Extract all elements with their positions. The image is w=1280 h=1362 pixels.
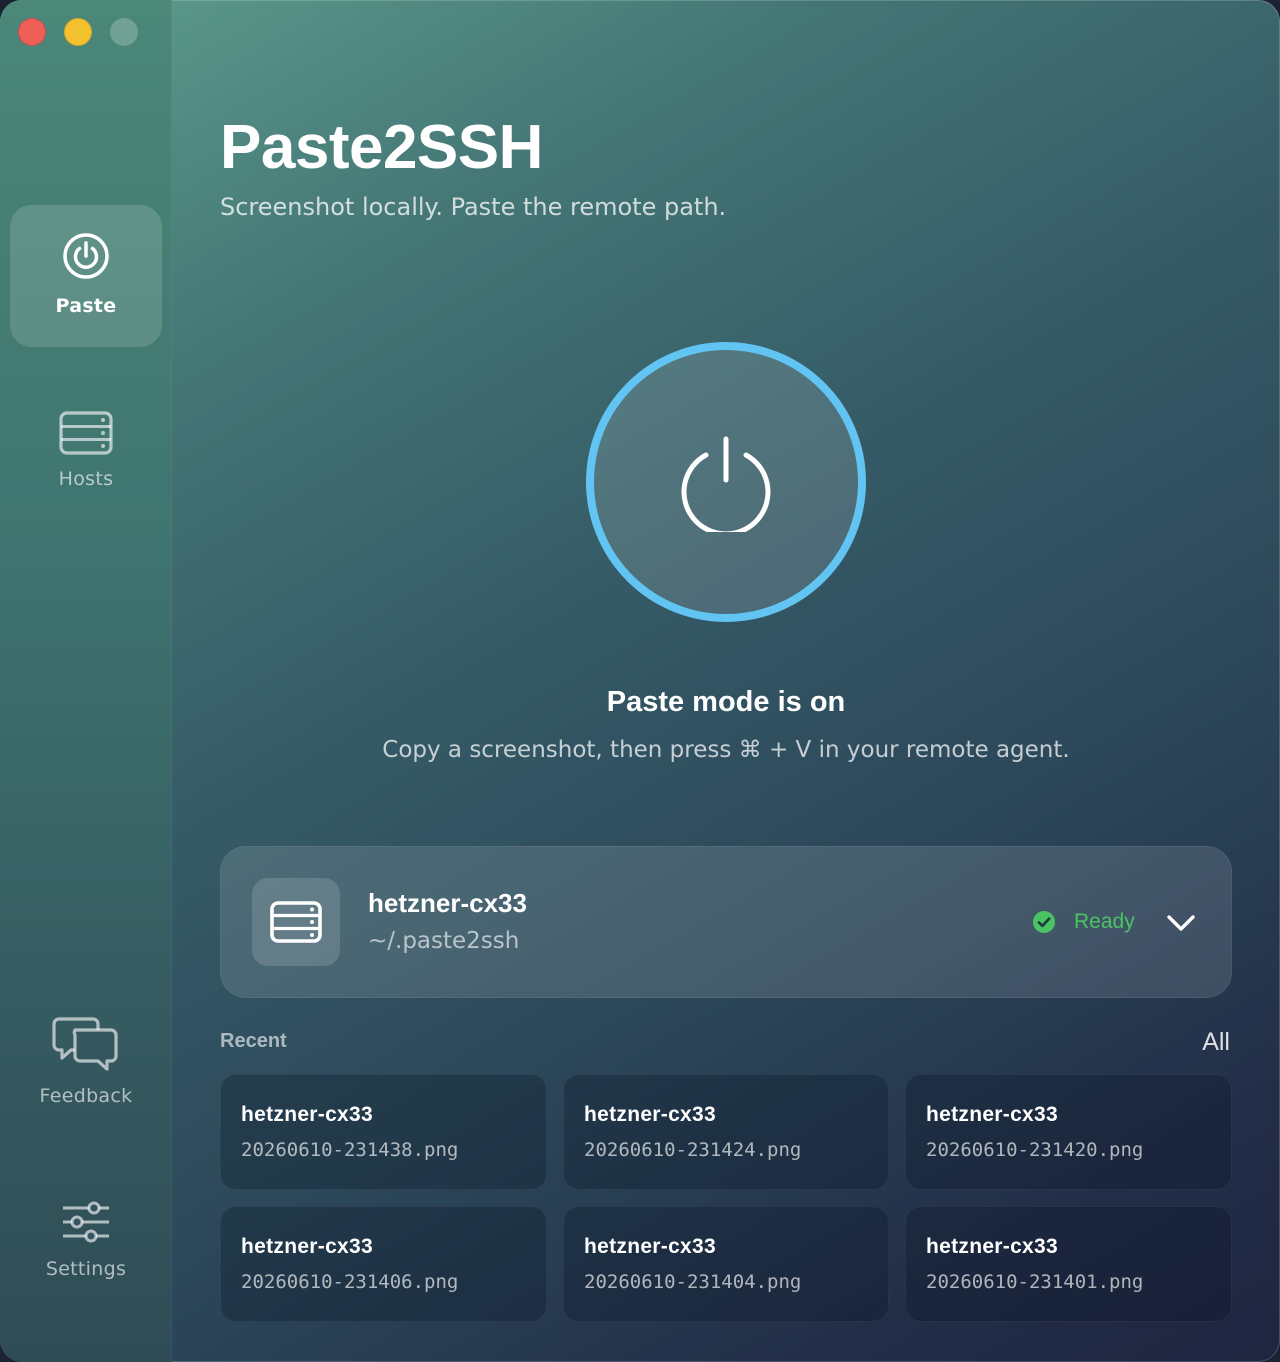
recent-item-host: hetzner-cx33 — [584, 1235, 716, 1258]
recent-item-filename: 20260610-231401.png — [926, 1271, 1144, 1293]
host-name: hetzner-cx33 — [368, 888, 527, 918]
host-selector[interactable]: hetzner-cx33 ~/.paste2ssh Ready — [220, 846, 1232, 998]
recent-item-host: hetzner-cx33 — [584, 1103, 716, 1126]
host-icon-container — [252, 878, 340, 966]
recent-item-filename: 20260610-231420.png — [926, 1139, 1144, 1161]
zoom-window-button[interactable] — [110, 18, 138, 46]
view-all-link[interactable]: All — [1202, 1028, 1230, 1057]
recent-item[interactable]: hetzner-cx33 20260610-231438.png — [220, 1074, 547, 1190]
minimize-window-button[interactable] — [64, 18, 92, 46]
sidebar-item-hosts[interactable]: Hosts — [10, 410, 162, 510]
recent-item[interactable]: hetzner-cx33 20260610-231401.png — [905, 1206, 1232, 1322]
page-title: Paste2SSH — [220, 113, 543, 182]
status-badge: Ready — [1032, 908, 1135, 936]
recent-item[interactable]: hetzner-cx33 20260610-231424.png — [563, 1074, 889, 1190]
recent-item[interactable]: hetzner-cx33 20260610-231406.png — [220, 1206, 547, 1322]
sidebar-item-feedback[interactable]: Feedback — [10, 1015, 162, 1125]
recent-item-host: hetzner-cx33 — [926, 1235, 1058, 1258]
chevron-down-icon[interactable] — [1164, 906, 1198, 940]
server-icon — [270, 901, 322, 943]
mode-status-subtitle: Copy a screenshot, then press ⌘ + V in y… — [382, 737, 1070, 763]
recent-item-host: hetzner-cx33 — [926, 1103, 1058, 1126]
sidebar-item-label: Hosts — [58, 468, 114, 490]
sidebar-item-paste[interactable]: Paste — [10, 205, 162, 347]
sidebar-item-label: Paste — [55, 295, 117, 317]
recent-item-host: hetzner-cx33 — [241, 1235, 373, 1258]
sidebar-item-label: Feedback — [39, 1085, 133, 1107]
page-subtitle: Screenshot locally. Paste the remote pat… — [220, 193, 727, 221]
recent-item-filename: 20260610-231438.png — [241, 1139, 459, 1161]
status-label: Ready — [1074, 910, 1135, 933]
recent-item[interactable]: hetzner-cx33 20260610-231420.png — [905, 1074, 1232, 1190]
recent-item[interactable]: hetzner-cx33 20260610-231404.png — [563, 1206, 889, 1322]
recent-section-label: Recent — [220, 1030, 287, 1052]
sidebar-item-settings[interactable]: Settings — [10, 1200, 162, 1300]
power-icon — [681, 436, 771, 532]
recent-list: hetzner-cx33 20260610-231438.png hetzner… — [220, 1074, 1232, 1322]
host-path: ~/.paste2ssh — [368, 928, 520, 954]
recent-item-filename: 20260610-231424.png — [584, 1139, 802, 1161]
app-window: Paste Hosts Feedback Settings Paste2SSH … — [0, 0, 1280, 1362]
chat-bubbles-icon — [52, 1017, 118, 1071]
recent-item-filename: 20260610-231406.png — [241, 1271, 459, 1293]
sidebar-item-label: Settings — [45, 1258, 127, 1280]
recent-item-host: hetzner-cx33 — [241, 1103, 373, 1126]
check-circle-icon — [1033, 911, 1055, 933]
power-icon — [63, 233, 109, 279]
server-icon — [59, 411, 113, 455]
close-window-button[interactable] — [18, 18, 46, 46]
recent-item-filename: 20260610-231404.png — [584, 1271, 802, 1293]
sidebar: Paste Hosts Feedback Settings — [0, 0, 172, 1362]
paste-mode-toggle-button[interactable] — [586, 342, 866, 622]
sliders-icon — [63, 1201, 109, 1243]
mode-status-title: Paste mode is on — [606, 686, 846, 718]
